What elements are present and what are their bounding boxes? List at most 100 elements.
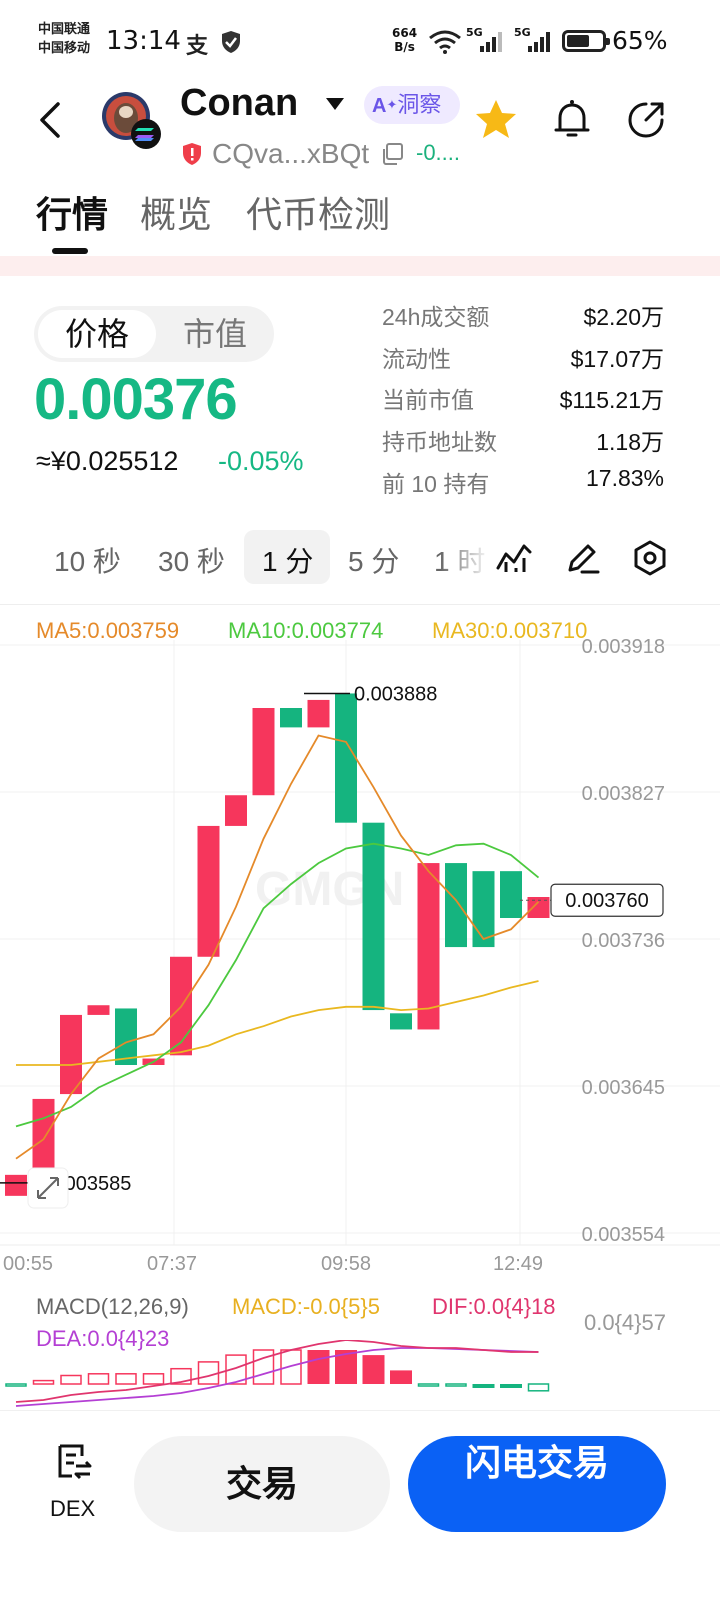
carrier-labels: 中国联通 中国移动 bbox=[38, 20, 90, 58]
y-tick-label: 0.003736 bbox=[582, 930, 665, 952]
chevron-down-icon[interactable] bbox=[326, 98, 344, 110]
shield-check-icon bbox=[222, 31, 240, 53]
signal-icon bbox=[528, 32, 550, 52]
candle-down bbox=[115, 1008, 137, 1065]
battery-icon bbox=[562, 30, 610, 52]
ai-insight-label: 洞察 bbox=[397, 92, 442, 117]
interval-fade bbox=[440, 530, 490, 586]
dea-line bbox=[15, 1347, 539, 1407]
macd-bar-negative bbox=[445, 1383, 467, 1387]
macd-bar-negative bbox=[500, 1384, 522, 1388]
net-speed-value: 664 bbox=[392, 26, 418, 40]
share-icon[interactable] bbox=[622, 96, 670, 144]
macd-value: MACD:-0.0{5}5 bbox=[232, 1294, 380, 1319]
net-speed: 664 B/s bbox=[392, 26, 417, 54]
wifi-icon bbox=[429, 30, 461, 54]
settings-icon[interactable] bbox=[630, 538, 670, 578]
stat-label: 持币地址数 bbox=[382, 429, 497, 455]
bell-icon[interactable] bbox=[548, 96, 596, 144]
ai-insight-badge[interactable]: A✦洞察 bbox=[364, 86, 460, 124]
macd-bar-positive bbox=[87, 1373, 110, 1385]
macd-bar-positive bbox=[60, 1374, 82, 1385]
candle-up bbox=[197, 825, 220, 957]
y-tick-label: 0.003554 bbox=[582, 1224, 665, 1246]
carrier-2: 中国移动 bbox=[38, 41, 91, 56]
ai-icon: A bbox=[372, 95, 387, 117]
tab-market[interactable]: 行情 bbox=[36, 186, 108, 238]
macd-axis-label: 0.0{4}57 bbox=[584, 1310, 666, 1335]
risk-shield-icon[interactable] bbox=[182, 142, 202, 166]
y-tick-label: 0.003645 bbox=[582, 1077, 665, 1099]
x-tick-label: 07:37 bbox=[147, 1253, 197, 1275]
interval-30s[interactable]: 30 秒 bbox=[158, 540, 225, 580]
contract-address: CQva...xBQt bbox=[212, 138, 370, 169]
stat-value: 1.18万 bbox=[596, 429, 664, 455]
candle-down bbox=[390, 1013, 412, 1030]
macd-dif: DIF:0.0{4}18 bbox=[432, 1294, 556, 1319]
candle-up bbox=[252, 708, 275, 796]
carrier-1: 中国联通 bbox=[38, 22, 91, 37]
stat-value: $115.21万 bbox=[559, 387, 664, 413]
candle-up bbox=[5, 1174, 27, 1196]
candle-down bbox=[445, 863, 467, 948]
toggle-price[interactable]: 价格 bbox=[38, 310, 156, 358]
indicator-icon[interactable] bbox=[494, 538, 534, 578]
macd-bar-positive bbox=[280, 1349, 302, 1385]
price-mcap-toggle[interactable]: 价格 市值 bbox=[34, 306, 274, 362]
copy-icon[interactable] bbox=[380, 142, 404, 166]
candle-down bbox=[500, 871, 522, 918]
macd-bar-positive bbox=[390, 1370, 412, 1384]
candle-up bbox=[417, 863, 440, 1030]
trade-button[interactable]: 交易 bbox=[134, 1436, 390, 1532]
macd-bar-positive bbox=[115, 1373, 137, 1385]
stat-value: 17.83% bbox=[585, 465, 664, 491]
battery-percent: 65% bbox=[612, 26, 668, 55]
candle-up bbox=[307, 699, 330, 728]
bottom-divider bbox=[0, 1410, 720, 1411]
x-tick-label: 12:49 bbox=[493, 1253, 543, 1275]
candle-up bbox=[225, 795, 247, 826]
back-icon[interactable] bbox=[30, 98, 74, 142]
candle-down bbox=[280, 708, 302, 728]
candle-down bbox=[362, 822, 385, 1011]
macd-chart[interactable] bbox=[0, 1340, 720, 1408]
toggle-mcap[interactable]: 市值 bbox=[160, 310, 270, 358]
candle-up bbox=[87, 1005, 110, 1015]
macd-title: MACD(12,26,9) bbox=[36, 1294, 189, 1319]
macd-bar-negative bbox=[417, 1383, 440, 1387]
macd-bar-negative bbox=[527, 1383, 550, 1392]
macd-bar-negative bbox=[5, 1383, 27, 1387]
star-icon[interactable] bbox=[472, 96, 520, 144]
last-price-label: 0.003760 bbox=[565, 890, 648, 912]
current-price: 0.00376 bbox=[34, 367, 238, 432]
stat-value: $2.20万 bbox=[583, 304, 664, 330]
tab-overview[interactable]: 概览 bbox=[140, 186, 212, 238]
net-speed-unit: B/s bbox=[394, 40, 415, 54]
macd-bar-negative bbox=[472, 1384, 495, 1388]
macd-bar-positive bbox=[142, 1373, 165, 1385]
macd-bar-positive bbox=[307, 1350, 330, 1384]
macd-bar-positive bbox=[362, 1355, 385, 1384]
ma5-line bbox=[15, 734, 540, 1160]
x-tick-label: 00:55 bbox=[3, 1253, 53, 1275]
interval-10s[interactable]: 10 秒 bbox=[54, 540, 121, 580]
alipay-icon: 支 bbox=[186, 34, 209, 59]
flash-trade-button[interactable]: 闪电交易 bbox=[408, 1436, 666, 1532]
alert-band bbox=[0, 256, 720, 276]
signal-icon bbox=[480, 32, 502, 52]
tab-token-check[interactable]: 代币检测 bbox=[246, 186, 390, 238]
macd-bar-positive bbox=[197, 1361, 220, 1385]
stat-label: 前 10 持有 bbox=[382, 471, 490, 497]
interval-1m[interactable]: 1 分 bbox=[262, 540, 313, 580]
dex-label[interactable]: DEX bbox=[50, 1496, 95, 1522]
draw-pencil-icon[interactable] bbox=[562, 538, 602, 578]
stat-label: 24h成交额 bbox=[382, 304, 490, 330]
interval-5m[interactable]: 5 分 bbox=[348, 540, 399, 580]
token-logo bbox=[102, 92, 161, 149]
tab-indicator bbox=[52, 248, 88, 254]
stat-value: $17.07万 bbox=[570, 346, 664, 372]
y-tick-label: 0.003918 bbox=[582, 636, 665, 658]
token-title[interactable]: Conan bbox=[180, 82, 298, 125]
candlestick-chart[interactable]: GMGN0.0039180.0038270.0037360.0036450.00… bbox=[0, 600, 720, 1290]
macd-bar-positive bbox=[32, 1379, 55, 1385]
